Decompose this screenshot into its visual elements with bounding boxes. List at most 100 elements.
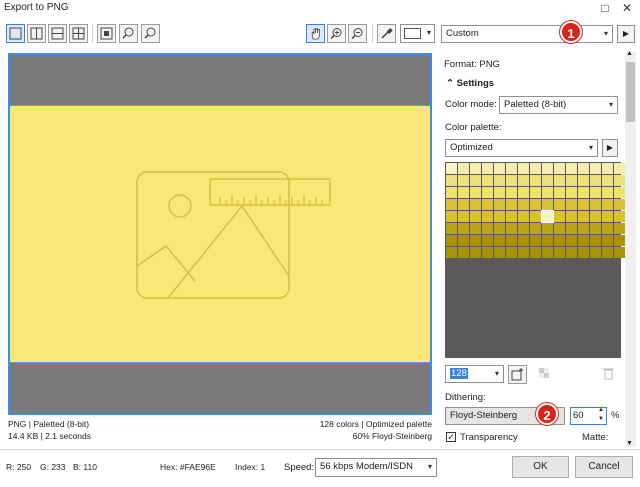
cancel-button[interactable]: Cancel	[575, 456, 633, 478]
transparency-checkbox[interactable]: ✓	[446, 432, 456, 442]
palette-swatch[interactable]	[494, 211, 505, 222]
spin-stepper-icon[interactable]: ▲ ▼	[598, 406, 604, 424]
color-swatch-dropdown[interactable]: ▾	[400, 24, 435, 43]
palette-swatch[interactable]	[590, 199, 601, 210]
palette-swatch[interactable]	[614, 247, 625, 258]
palette-swatch[interactable]	[554, 223, 565, 234]
color-palette-dropdown[interactable]: Optimized ▾	[445, 139, 598, 157]
quad-view-button[interactable]	[69, 24, 88, 43]
palette-swatch[interactable]	[542, 175, 553, 186]
palette-swatch[interactable]	[578, 223, 589, 234]
palette-swatch[interactable]	[542, 235, 553, 246]
palette-swatch[interactable]	[554, 163, 565, 174]
palette-swatch[interactable]	[590, 175, 601, 186]
single-view-button[interactable]	[6, 24, 25, 43]
palette-swatch[interactable]	[482, 235, 493, 246]
palette-swatch[interactable]	[614, 175, 625, 186]
ok-button[interactable]: OK	[512, 456, 569, 478]
palette-swatch[interactable]	[554, 199, 565, 210]
palette-swatch[interactable]	[530, 187, 541, 198]
palette-swatch[interactable]	[542, 199, 553, 210]
palette-swatch[interactable]	[614, 235, 625, 246]
palette-swatch[interactable]	[518, 163, 529, 174]
palette-swatch[interactable]	[458, 235, 469, 246]
palette-swatch[interactable]	[614, 187, 625, 198]
palette-swatch[interactable]	[506, 247, 517, 258]
palette-swatch[interactable]	[482, 175, 493, 186]
panel-scrollbar[interactable]: ▲ ▼	[625, 50, 636, 447]
palette-swatch[interactable]	[578, 211, 589, 222]
palette-swatch[interactable]	[518, 235, 529, 246]
palette-swatch[interactable]	[446, 211, 457, 222]
palette-swatch[interactable]	[566, 163, 577, 174]
palette-swatch[interactable]	[518, 187, 529, 198]
palette-swatch[interactable]	[541, 210, 554, 223]
palette-swatch[interactable]	[578, 175, 589, 186]
maximize-button[interactable]: □	[596, 0, 614, 16]
split-horizontal-button[interactable]	[48, 24, 67, 43]
palette-swatch[interactable]	[446, 163, 457, 174]
palette-swatch[interactable]	[506, 187, 517, 198]
palette-swatch[interactable]	[614, 199, 625, 210]
zoom-1to1-button[interactable]	[119, 24, 138, 43]
palette-swatch[interactable]	[458, 223, 469, 234]
palette-swatch[interactable]	[590, 223, 601, 234]
palette-swatch[interactable]	[494, 175, 505, 186]
palette-swatch[interactable]	[602, 163, 613, 174]
palette-swatch[interactable]	[446, 175, 457, 186]
palette-swatch[interactable]	[590, 211, 601, 222]
palette-swatch[interactable]	[554, 187, 565, 198]
palette-swatch[interactable]	[506, 199, 517, 210]
palette-swatch[interactable]	[566, 247, 577, 258]
palette-swatch[interactable]	[458, 187, 469, 198]
palette-swatch[interactable]	[566, 211, 577, 222]
palette-swatch[interactable]	[470, 235, 481, 246]
palette-swatch[interactable]	[518, 199, 529, 210]
colors-count-dropdown[interactable]: 128 ▾	[445, 365, 504, 383]
palette-swatch[interactable]	[530, 199, 541, 210]
add-color-button[interactable]	[508, 365, 527, 384]
palette-swatch[interactable]	[458, 175, 469, 186]
palette-swatch[interactable]	[578, 235, 589, 246]
palette-swatch[interactable]	[446, 223, 457, 234]
palette-swatch[interactable]	[542, 187, 553, 198]
palette-swatch[interactable]	[470, 211, 481, 222]
palette-swatch[interactable]	[530, 235, 541, 246]
preset-dropdown[interactable]: Custom ▾	[441, 25, 613, 43]
settings-header[interactable]: ⌃ Settings	[446, 78, 494, 89]
palette-swatch[interactable]	[506, 211, 517, 222]
palette-swatch[interactable]	[602, 199, 613, 210]
palette-swatch[interactable]	[530, 247, 541, 258]
palette-swatch[interactable]	[494, 199, 505, 210]
palette-swatch[interactable]	[530, 223, 541, 234]
palette-swatch[interactable]	[518, 247, 529, 258]
palette-menu-button[interactable]: ▶	[602, 139, 618, 157]
palette-swatch[interactable]	[506, 163, 517, 174]
palette-swatch[interactable]	[446, 199, 457, 210]
close-button[interactable]: ✕	[618, 0, 636, 16]
palette-swatch[interactable]	[578, 187, 589, 198]
palette-swatch[interactable]	[554, 175, 565, 186]
palette-swatch[interactable]	[446, 235, 457, 246]
palette-swatch[interactable]	[566, 199, 577, 210]
palette-swatch[interactable]	[494, 235, 505, 246]
palette-swatch[interactable]	[566, 187, 577, 198]
palette-swatch[interactable]	[446, 187, 457, 198]
palette-swatch[interactable]	[494, 187, 505, 198]
palette-swatch[interactable]	[578, 163, 589, 174]
palette-swatch[interactable]	[590, 187, 601, 198]
palette-swatch[interactable]	[506, 175, 517, 186]
palette-swatch[interactable]	[554, 235, 565, 246]
palette-swatch[interactable]	[614, 211, 625, 222]
palette-swatch[interactable]	[494, 163, 505, 174]
palette-swatch[interactable]	[566, 223, 577, 234]
palette-swatch[interactable]	[506, 223, 517, 234]
color-palette-grid[interactable]	[445, 162, 625, 358]
palette-swatch[interactable]	[518, 223, 529, 234]
speed-dropdown[interactable]: 56 kbps Modem/ISDN ▾	[315, 458, 437, 477]
palette-swatch[interactable]	[566, 175, 577, 186]
palette-swatch[interactable]	[590, 235, 601, 246]
palette-swatch[interactable]	[470, 187, 481, 198]
palette-swatch[interactable]	[458, 199, 469, 210]
palette-swatch[interactable]	[482, 187, 493, 198]
